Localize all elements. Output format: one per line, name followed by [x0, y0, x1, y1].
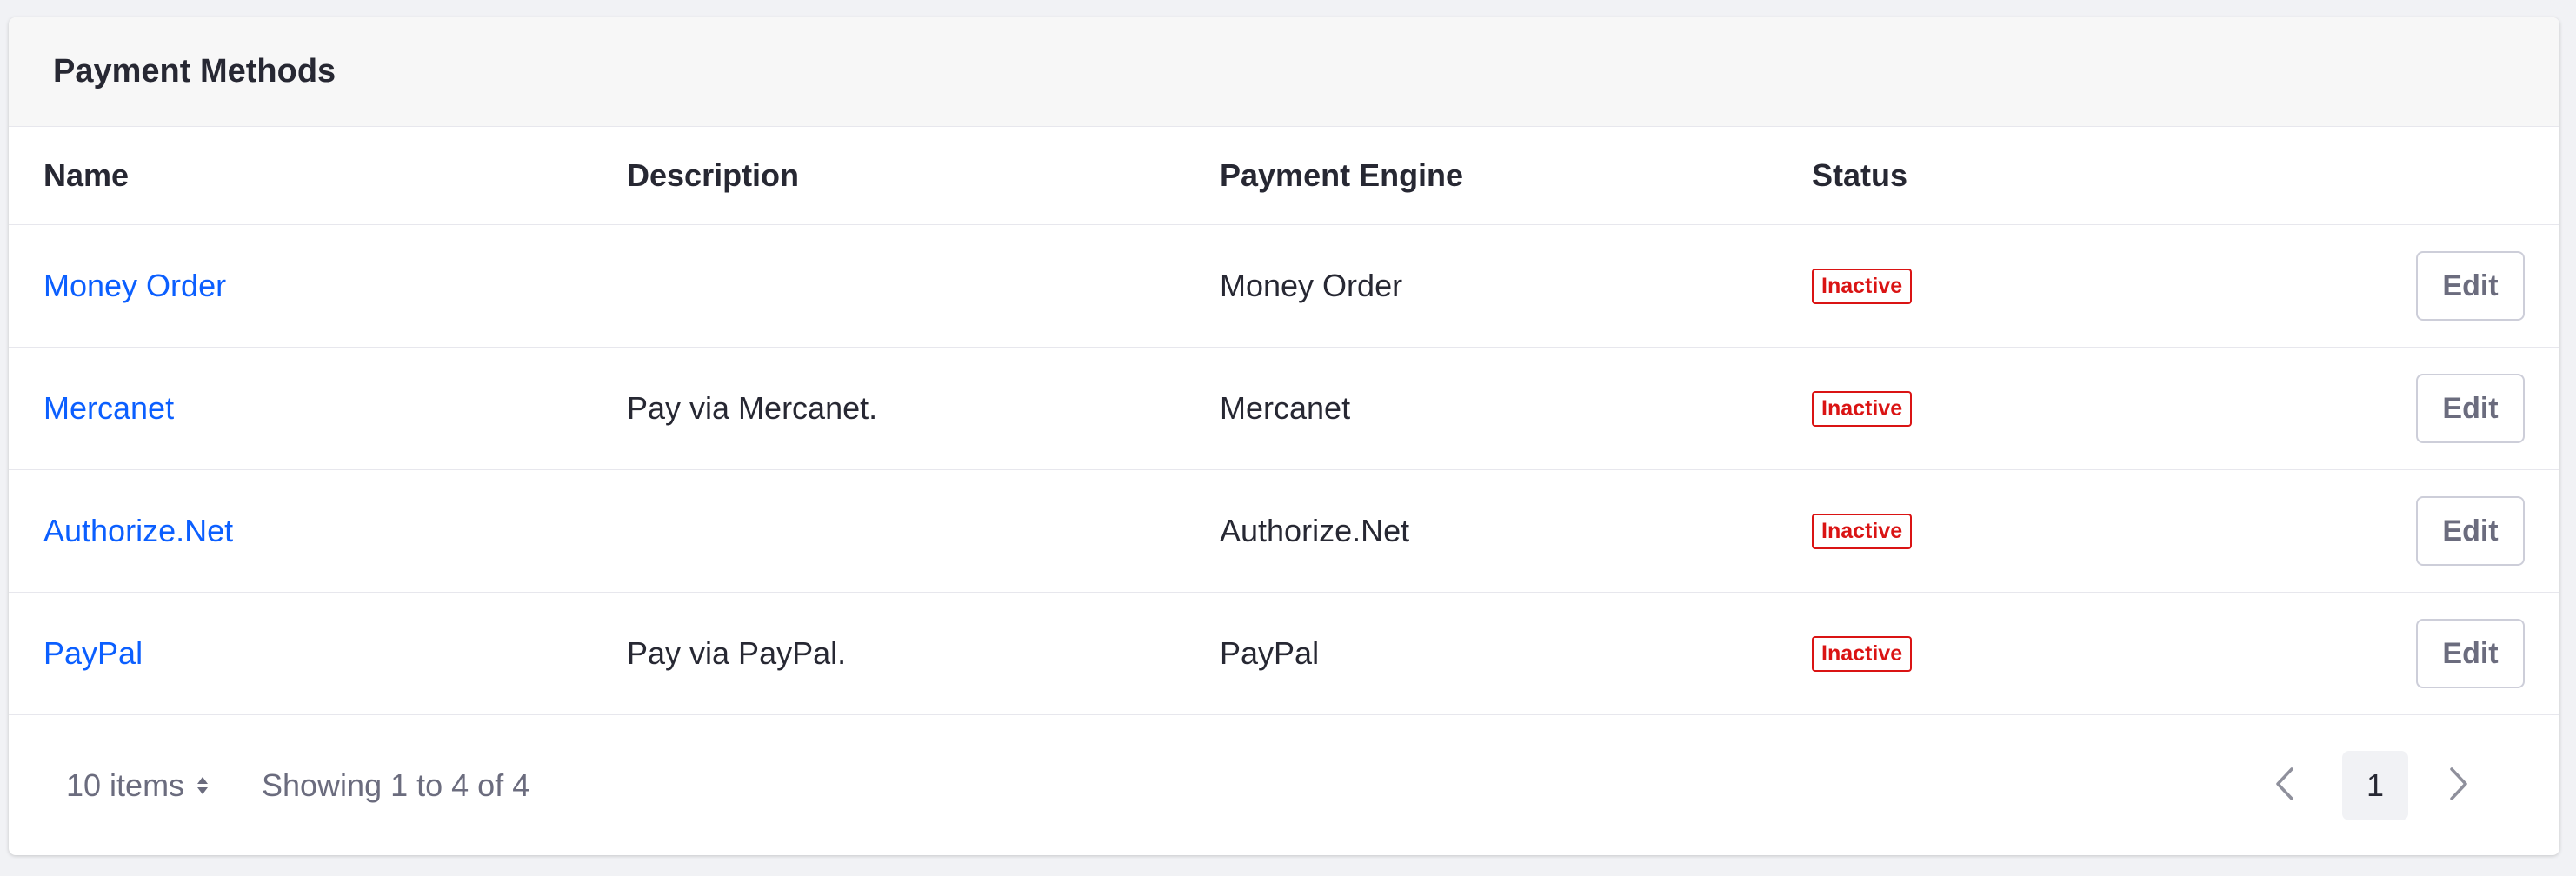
status-badge: Inactive — [1812, 390, 1913, 427]
next-page-button[interactable] — [2427, 754, 2490, 817]
edit-button[interactable]: Edit — [2416, 374, 2525, 443]
payment-engine: Money Order — [1220, 268, 1403, 303]
payment-engine: Authorize.Net — [1220, 513, 1410, 548]
items-per-page-dropdown[interactable]: 10 items — [66, 767, 209, 804]
column-header-description[interactable]: Description — [627, 127, 799, 224]
table-row: PayPal Pay via PayPal. PayPal Inactive E… — [9, 593, 2559, 715]
payment-engine: PayPal — [1220, 635, 1320, 671]
edit-button[interactable]: Edit — [2416, 496, 2525, 566]
table-row: Authorize.Net Authorize.Net Inactive Edi… — [9, 470, 2559, 593]
payment-method-description: Pay via Mercanet. — [627, 390, 878, 426]
payment-methods-table: Name Description Payment Engine Status M… — [9, 127, 2559, 715]
pagination-bar: 10 items Showing 1 to 4 of 4 1 — [9, 716, 2559, 855]
table-row: Money Order Money Order Inactive Edit — [9, 225, 2559, 348]
edit-button[interactable]: Edit — [2416, 251, 2525, 321]
payment-method-description: Pay via PayPal. — [627, 635, 847, 671]
payment-engine: Mercanet — [1220, 390, 1351, 426]
payment-methods-card: Payment Methods Name Description Payment… — [9, 17, 2559, 855]
column-header-status[interactable]: Status — [1812, 127, 1907, 224]
payment-method-name-link[interactable]: Authorize.Net — [43, 513, 233, 549]
status-badge: Inactive — [1812, 268, 1913, 304]
column-header-payment-engine[interactable]: Payment Engine — [1220, 127, 1463, 224]
chevron-right-icon — [2448, 766, 2469, 806]
page-button-current[interactable]: 1 — [2342, 751, 2408, 820]
card-header: Payment Methods — [9, 17, 2559, 127]
chevron-left-icon — [2274, 766, 2295, 806]
sort-updown-icon — [196, 775, 209, 796]
table-row: Mercanet Pay via Mercanet. Mercanet Inac… — [9, 348, 2559, 470]
card-title: Payment Methods — [53, 53, 336, 90]
items-per-page-label: 10 items — [66, 767, 185, 803]
payment-method-name-link[interactable]: PayPal — [43, 635, 143, 672]
table-header-row: Name Description Payment Engine Status — [9, 127, 2559, 225]
pagination-results: Showing 1 to 4 of 4 — [262, 767, 530, 803]
status-badge: Inactive — [1812, 635, 1913, 672]
payment-method-name-link[interactable]: Money Order — [43, 268, 226, 304]
previous-page-button[interactable] — [2253, 754, 2316, 817]
status-badge: Inactive — [1812, 513, 1913, 549]
column-header-name[interactable]: Name — [43, 127, 129, 224]
payment-method-name-link[interactable]: Mercanet — [43, 390, 174, 427]
edit-button[interactable]: Edit — [2416, 619, 2525, 688]
